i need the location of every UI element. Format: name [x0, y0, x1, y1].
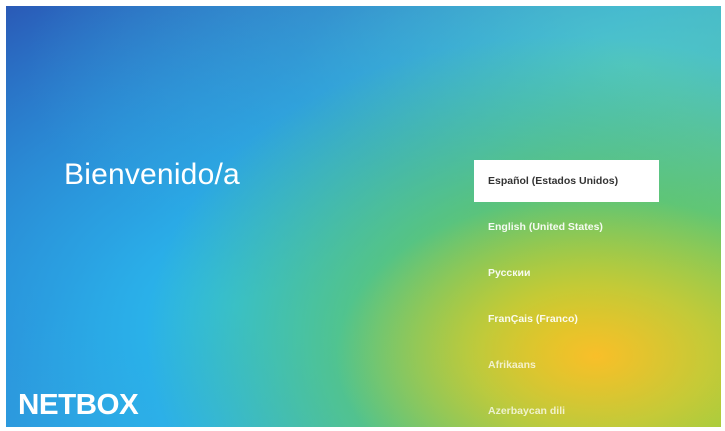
language-option-af[interactable]: Afrikaans	[474, 344, 659, 386]
welcome-screen: Bienvenido/a Español (Estados Unidos) En…	[6, 6, 721, 427]
language-option-ru[interactable]: Pусскии	[474, 252, 659, 294]
language-option-en-us[interactable]: English (United States)	[474, 206, 659, 248]
language-option-es-us[interactable]: Español (Estados Unidos)	[474, 160, 659, 202]
netbox-logo: NETBOX	[18, 389, 139, 421]
language-option-az[interactable]: Azerbaycan dili	[474, 390, 659, 427]
welcome-title: Bienvenido/a	[64, 158, 240, 191]
language-option-fr[interactable]: FranÇais (Franco)	[474, 298, 659, 340]
language-list[interactable]: Español (Estados Unidos) English (United…	[474, 160, 659, 427]
